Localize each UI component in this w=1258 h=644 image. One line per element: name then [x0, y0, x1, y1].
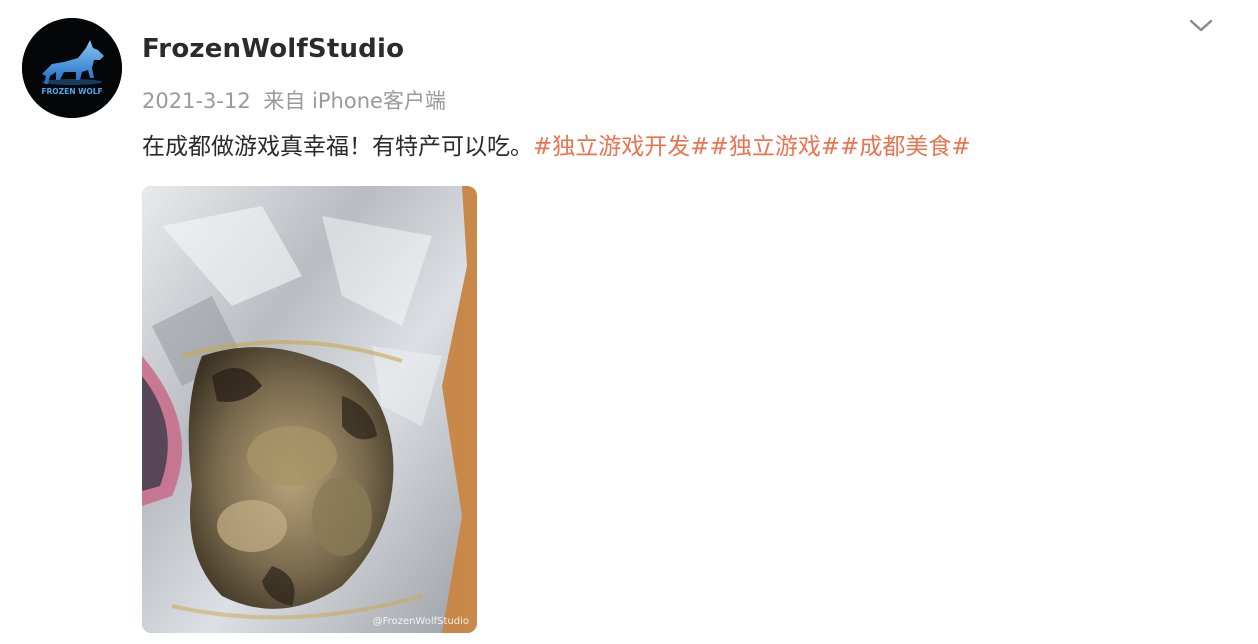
- hashtag-indie-game[interactable]: #独立游戏#: [710, 134, 841, 160]
- post-text: 在成都做游戏真幸福！有特产可以吃。: [142, 134, 533, 160]
- wolf-logo-icon: FROZEN WOLF: [22, 18, 122, 118]
- post-content: 在成都做游戏真幸福！有特产可以吃。#独立游戏开发##独立游戏##成都美食#: [142, 127, 1222, 161]
- username[interactable]: FrozenWolfStudio: [142, 34, 404, 64]
- post-source: 来自 iPhone客户端: [263, 89, 446, 113]
- post-image[interactable]: @FrozenWolfStudio: [142, 186, 477, 633]
- image-watermark: @FrozenWolfStudio: [372, 616, 469, 627]
- avatar[interactable]: FROZEN WOLF: [22, 18, 122, 118]
- hashtag-indie-dev[interactable]: #独立游戏开发#: [533, 134, 710, 160]
- chevron-down-icon: [1189, 19, 1213, 32]
- post-meta: 2021-3-12 来自 iPhone客户端: [142, 85, 452, 115]
- more-options-button[interactable]: [1186, 14, 1216, 38]
- hashtag-chengdu-food[interactable]: #成都美食#: [840, 134, 971, 160]
- food-photo-image: [142, 186, 477, 633]
- weibo-post: FROZEN WOLF FrozenWolfStudio 2021-3-12 来…: [0, 0, 1258, 644]
- avatar-logo-text: FROZEN WOLF: [41, 87, 102, 96]
- post-date[interactable]: 2021-3-12: [142, 89, 251, 113]
